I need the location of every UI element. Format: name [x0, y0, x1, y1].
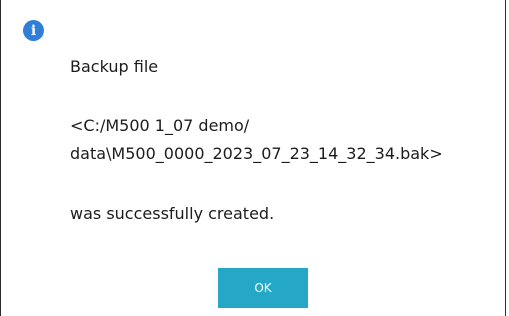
backup-created-dialog: i Backup file <C:/M500 1_07 demo/ data\M… [0, 0, 509, 316]
ok-button[interactable]: OK [218, 268, 308, 308]
info-icon: i [23, 20, 44, 41]
message-success: was successfully created. [70, 204, 275, 223]
dialog-left-border [0, 0, 1, 316]
info-icon-glyph: i [30, 22, 37, 39]
message-backup-file: Backup file [70, 57, 159, 76]
dialog-right-border [505, 0, 506, 316]
backup-path-line-1: <C:/M500 1_07 demo/ [70, 116, 250, 135]
backup-path-line-2: data\M500_0000_2023_07_23_14_32_34.bak> [70, 144, 443, 163]
